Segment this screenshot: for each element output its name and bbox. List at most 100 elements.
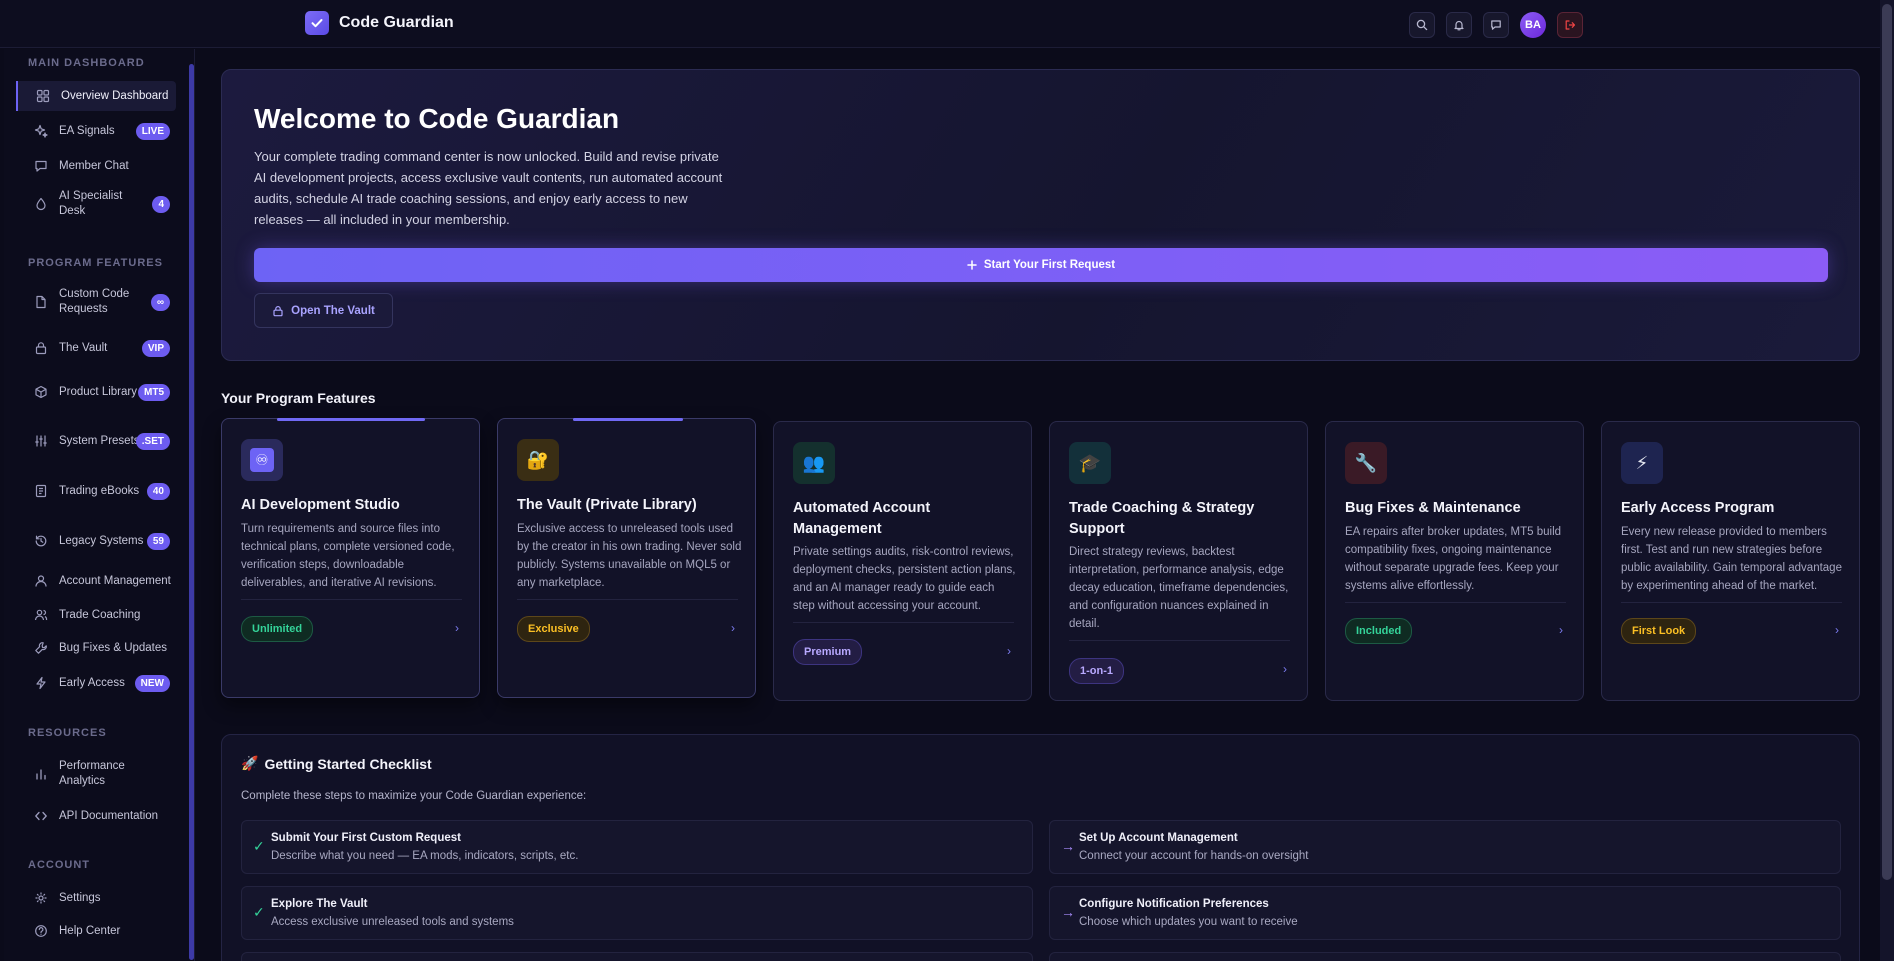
feature-card-bug-fixes[interactable]: 🔧 Bug Fixes & Maintenance EA repairs aft… [1325, 421, 1584, 701]
arrow-right-icon: → [1061, 904, 1075, 920]
chevron-right-icon[interactable]: › [1559, 623, 1563, 637]
sidebar-item-label: Product Library [59, 385, 137, 398]
sidebar-item-system-presets[interactable]: System Presets .SET [16, 424, 176, 458]
count-badge: 59 [146, 532, 170, 550]
new-badge: NEW [134, 674, 170, 692]
sidebar-item-label: The Vault [59, 341, 108, 354]
sidebar-item-label: Account Management [59, 574, 171, 587]
chat-bubble-icon [33, 158, 49, 174]
sidebar-item-label: Legacy Systems [59, 534, 144, 547]
sidebar-item-ea-signals[interactable]: EA Signals LIVE [16, 117, 176, 145]
logout-button[interactable] [1557, 12, 1583, 38]
sidebar-item-settings[interactable]: Settings [16, 884, 176, 912]
bar-chart-icon [33, 766, 49, 782]
checklist-item-title: Set Up Account Management [1079, 832, 1238, 844]
feature-card-trade-coaching[interactable]: 🎓 Trade Coaching & Strategy Support Dire… [1049, 421, 1308, 701]
chevron-right-icon[interactable]: › [1007, 644, 1011, 658]
card-title: Bug Fixes & Maintenance [1345, 500, 1521, 516]
feature-card-account-mgmt[interactable]: 👥 Automated Account Management Private s… [773, 421, 1032, 701]
bolt-icon [33, 675, 49, 691]
card-title: The Vault (Private Library) [517, 497, 697, 513]
sidebar-item-member-chat[interactable]: Member Chat [16, 152, 176, 180]
sidebar-item-label: AI Specialist Desk [59, 190, 123, 217]
sparkle-icon [33, 123, 49, 139]
sidebar-item-label: Overview Dashboard [61, 89, 169, 102]
sidebar-item-overview[interactable]: Overview Dashboard [16, 81, 176, 111]
checklist-item-partial[interactable] [241, 952, 1033, 961]
user-avatar[interactable]: BA [1520, 12, 1546, 38]
sidebar-item-early-access[interactable]: Early Access NEW [16, 669, 176, 697]
search-icon [1416, 19, 1428, 31]
card-badge: Premium [793, 639, 863, 665]
start-first-request-button[interactable]: Start Your First Request [254, 248, 1828, 282]
feature-card-early-access[interactable]: ⚡ Early Access Program Every new release… [1601, 421, 1860, 701]
card-divider [517, 599, 738, 600]
sidebar-scrollbar[interactable] [189, 64, 194, 960]
messages-button[interactable] [1483, 12, 1509, 38]
card-badge: First Look [1621, 618, 1697, 644]
brand[interactable]: Code Guardian [305, 11, 454, 35]
open-vault-button[interactable]: Open The Vault [254, 293, 393, 328]
card-divider [1621, 602, 1842, 603]
sidebar-item-label: Performance Analytics [59, 760, 125, 787]
checklist-item[interactable]: → Set Up Account Management Connect your… [1049, 820, 1841, 874]
notifications-button[interactable] [1446, 12, 1472, 38]
checklist-item[interactable]: ✓ Explore The Vault Access exclusive unr… [241, 886, 1033, 940]
welcome-hero: Welcome to Code Guardian Your complete t… [221, 69, 1860, 361]
sidebar-item-label: Trade Coaching [59, 608, 141, 621]
sidebar-item-label: Custom Code Requests [59, 288, 130, 315]
set-badge: .SET [135, 432, 170, 450]
window-scrollbar[interactable] [1880, 0, 1894, 961]
card-divider [793, 622, 1014, 623]
card-description: Exclusive access to unreleased tools use… [517, 523, 742, 589]
sidebar-item-trade-coaching[interactable]: Trade Coaching [16, 601, 176, 629]
card-description: Every new release provided to members fi… [1621, 526, 1842, 592]
chevron-right-icon[interactable]: › [1835, 623, 1839, 637]
sidebar-item-bug-fixes[interactable]: Bug Fixes & Updates [16, 634, 176, 662]
section-resources: RESOURCES [28, 727, 107, 739]
sidebar-item-performance[interactable]: Performance Analytics [16, 757, 176, 791]
flask-icon [33, 196, 49, 212]
sidebar-item-the-vault[interactable]: The Vault VIP [16, 334, 176, 362]
sidebar-item-custom-code[interactable]: Custom Code Requests ∞ [16, 285, 176, 319]
checklist-item-partial[interactable] [1049, 952, 1841, 961]
users-icon [33, 607, 49, 623]
sidebar-item-help-center[interactable]: Help Center [16, 917, 176, 945]
plus-icon [967, 260, 977, 270]
graduation-cap-icon: 🎓 [1069, 442, 1111, 484]
window-scrollbar-thumb[interactable] [1882, 4, 1892, 880]
checklist-item[interactable]: → Configure Notification Preferences Cho… [1049, 886, 1841, 940]
sidebar-item-account-management[interactable]: Account Management [16, 567, 176, 595]
sidebar-item-label: Bug Fixes & Updates [59, 641, 168, 654]
box-icon [33, 384, 49, 400]
sidebar-item-label: Member Chat [59, 159, 129, 172]
bell-icon [1454, 20, 1464, 31]
sidebar-item-product-library[interactable]: Product Library MT5 [16, 375, 176, 409]
chevron-right-icon[interactable]: › [1283, 662, 1287, 676]
checklist-item-title: Explore The Vault [271, 898, 368, 910]
section-main-dashboard: MAIN DASHBOARD [28, 57, 145, 69]
grid-icon [35, 88, 51, 104]
checklist-item-description: Connect your account for hands-on oversi… [1079, 850, 1309, 862]
card-divider [1069, 640, 1290, 641]
history-icon [33, 533, 49, 549]
card-description: Private settings audits, risk-control re… [793, 546, 1016, 612]
search-button[interactable] [1409, 12, 1435, 38]
feature-card-vault[interactable]: 🔐 The Vault (Private Library) Exclusive … [497, 418, 756, 698]
sidebar-item-api-docs[interactable]: API Documentation [16, 802, 176, 830]
section-account: ACCOUNT [28, 859, 90, 871]
card-description: Direct strategy reviews, backtest interp… [1069, 546, 1289, 630]
sidebar-item-ai-specialist[interactable]: AI Specialist Desk 4 [16, 187, 176, 221]
user-icon [33, 573, 49, 589]
lightning-icon: ⚡ [1621, 442, 1663, 484]
sidebar-item-legacy-systems[interactable]: Legacy Systems 59 [16, 524, 176, 558]
feature-card-ai-studio[interactable]: ♾ AI Development Studio Turn requirement… [221, 418, 480, 698]
checklist-title-text: Getting Started Checklist [264, 755, 432, 772]
sidebar-item-trading-ebooks[interactable]: Trading eBooks 40 [16, 474, 176, 508]
card-divider [1345, 602, 1566, 603]
count-badge: 40 [146, 482, 170, 500]
checklist-item[interactable]: ✓ Submit Your First Custom Request Descr… [241, 820, 1033, 874]
chat-icon [1491, 20, 1501, 30]
chevron-right-icon[interactable]: › [455, 621, 459, 635]
chevron-right-icon[interactable]: › [731, 621, 735, 635]
